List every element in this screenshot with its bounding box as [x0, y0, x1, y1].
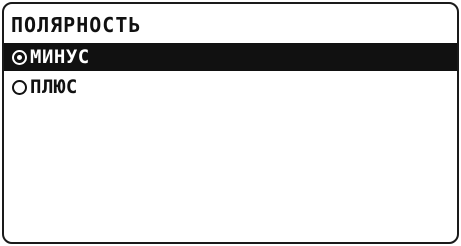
screen-title: ПОЛЯРНОСТЬ: [11, 13, 142, 37]
menu-item-label: МИНУС: [30, 46, 90, 68]
lcd-screen: ПОЛЯРНОСТЬ МИНУС ПЛЮС: [2, 2, 459, 244]
polarity-menu: МИНУС ПЛЮС: [4, 43, 457, 103]
radio-selected-icon: [12, 49, 27, 65]
menu-item-plus[interactable]: ПЛЮС: [4, 73, 457, 101]
menu-item-label: ПЛЮС: [30, 76, 78, 98]
menu-item-minus[interactable]: МИНУС: [4, 43, 457, 71]
radio-unselected-icon: [12, 79, 27, 95]
